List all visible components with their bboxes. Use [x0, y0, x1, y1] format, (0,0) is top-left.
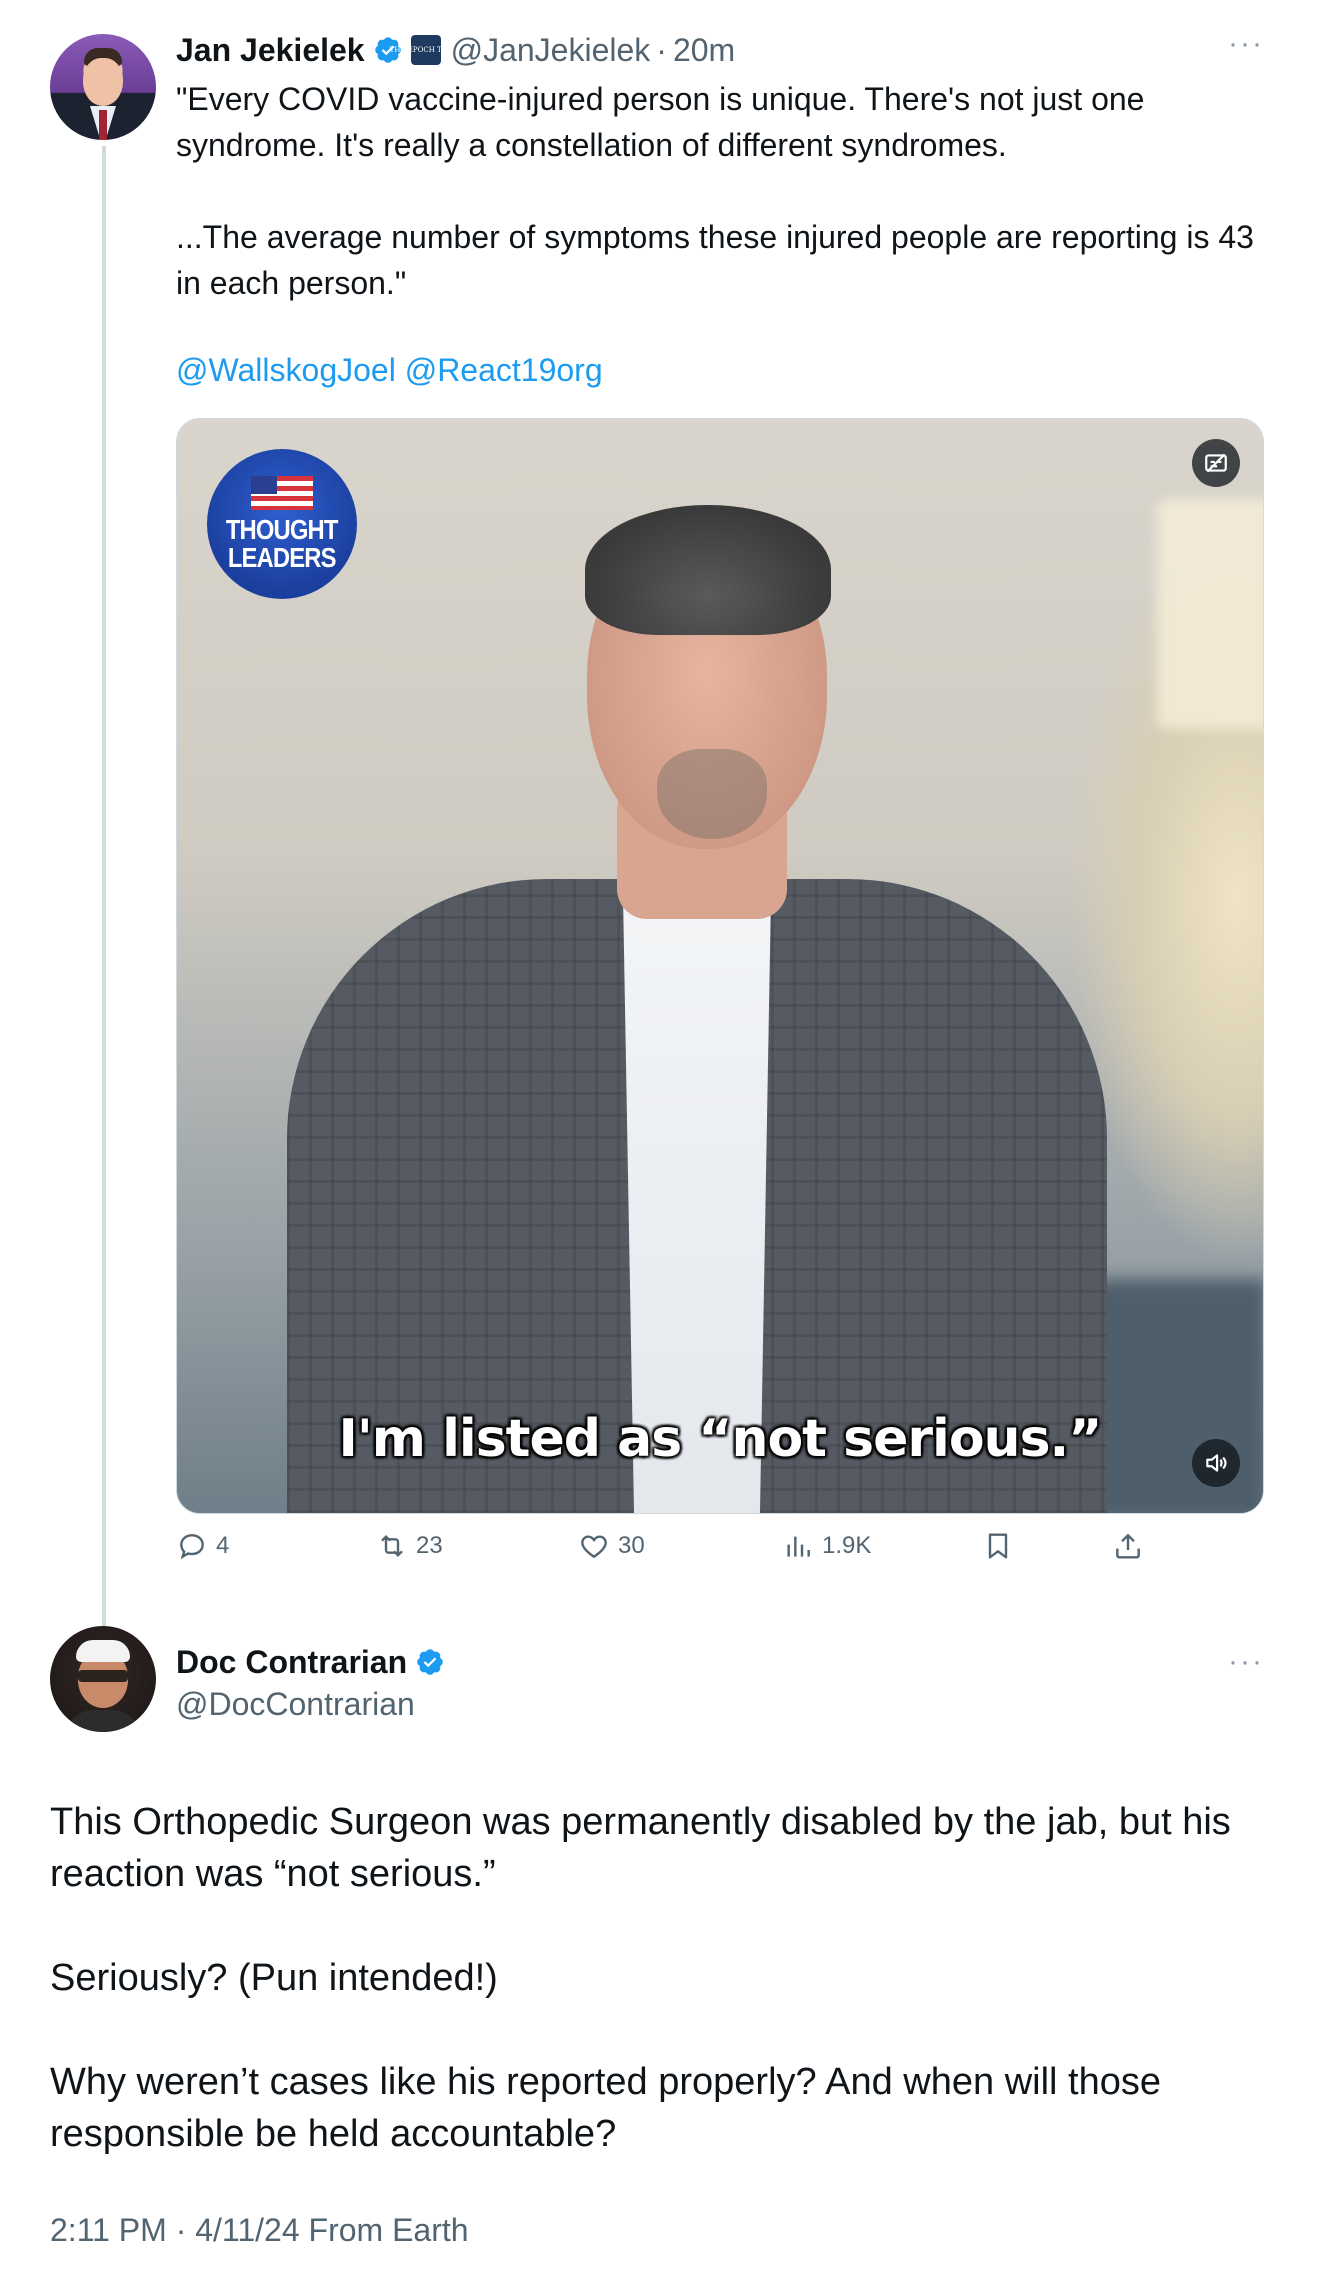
repost-button[interactable]: 23	[376, 1526, 443, 1566]
bookmark-icon	[988, 1533, 1008, 1559]
repost-icon	[381, 1534, 403, 1558]
avatar-tie	[99, 110, 107, 140]
subject-beard	[657, 749, 767, 839]
tweet-paragraph: This Orthopedic Surgeon was permanently …	[50, 1801, 1231, 1895]
affiliation-badge[interactable]: THE EPOCH TIMES	[390, 35, 462, 65]
author-name[interactable]: Doc Contrarian	[176, 1644, 407, 1681]
mention-link[interactable]: @React19org	[405, 352, 603, 388]
thread-tweet[interactable]: Jan Jekielek THE EPOCH TIMES @JanJekiele…	[0, 0, 1324, 1631]
share-icon	[1116, 1533, 1140, 1559]
mentions: @WallskogJoel @React19org	[176, 352, 603, 389]
avatar-glasses	[78, 1670, 128, 1682]
us-flag-icon	[251, 476, 313, 510]
like-button[interactable]: 30	[578, 1526, 645, 1566]
verified-badge-icon[interactable]	[415, 1647, 445, 1677]
more-icon[interactable]: ···	[1228, 1647, 1264, 1677]
author-row: Doc Contrarian	[176, 1640, 445, 1684]
more-icon[interactable]: ···	[1228, 29, 1264, 59]
tweet-text: "Every COVID vaccine-injured person is u…	[176, 81, 1254, 301]
author-row: Jan Jekielek THE EPOCH TIMES @JanJekiele…	[176, 28, 735, 72]
avatar[interactable]	[50, 34, 156, 140]
captions-icon[interactable]	[1192, 439, 1240, 487]
author-handle[interactable]: @DocContrarian	[176, 1686, 415, 1723]
author-handle[interactable]: @JanJekielek	[451, 32, 651, 69]
subject-hair	[585, 505, 831, 635]
avatar-face	[83, 58, 123, 106]
views-button[interactable]: 1.9K	[782, 1526, 871, 1566]
repost-count: 23	[416, 1532, 443, 1559]
tweet-paragraph: Why weren’t cases like his reported prop…	[50, 2061, 1161, 2155]
bookmark-button[interactable]	[982, 1526, 1022, 1566]
avatar[interactable]	[50, 1626, 156, 1732]
reply-button[interactable]: 4	[176, 1526, 229, 1566]
like-count: 30	[618, 1532, 645, 1559]
avatar-body	[64, 1710, 142, 1732]
action-bar: 4 23 30 1.9K	[176, 1526, 1176, 1566]
volume-icon[interactable]	[1192, 1439, 1240, 1487]
separator-dot: ·	[656, 31, 667, 68]
view-count: 1.9K	[822, 1532, 872, 1559]
video-caption: I'm listed as “not serious.”	[338, 1409, 1103, 1469]
logo-text: THOUGHT LEADERS	[226, 514, 339, 573]
video-player[interactable]: THOUGHT LEADERS I'm listed as “not serio…	[176, 418, 1264, 1514]
author-name[interactable]: Jan Jekielek	[176, 32, 365, 69]
video-subject	[177, 419, 1263, 1513]
thought-leaders-logo: THOUGHT LEADERS	[207, 449, 357, 599]
tweet-paragraph: Seriously? (Pun intended!)	[50, 1957, 498, 1999]
heart-icon	[581, 1535, 607, 1559]
tweet-text: This Orthopedic Surgeon was permanently …	[50, 1796, 1290, 2212]
share-button[interactable]	[1112, 1526, 1152, 1566]
mention-link[interactable]: @WallskogJoel	[176, 352, 396, 388]
thread-line	[102, 146, 106, 1631]
tweet-timestamp[interactable]: 2:11 PM · 4/11/24 From Earth	[50, 2212, 469, 2249]
views-icon	[787, 1536, 810, 1557]
captions-glyph	[1205, 453, 1227, 473]
reply-icon	[180, 1534, 204, 1560]
avatar-hair	[76, 1640, 130, 1662]
tweet-time[interactable]: 20m	[673, 32, 735, 69]
reply-count: 4	[216, 1532, 230, 1559]
volume-glyph	[1206, 1454, 1227, 1472]
